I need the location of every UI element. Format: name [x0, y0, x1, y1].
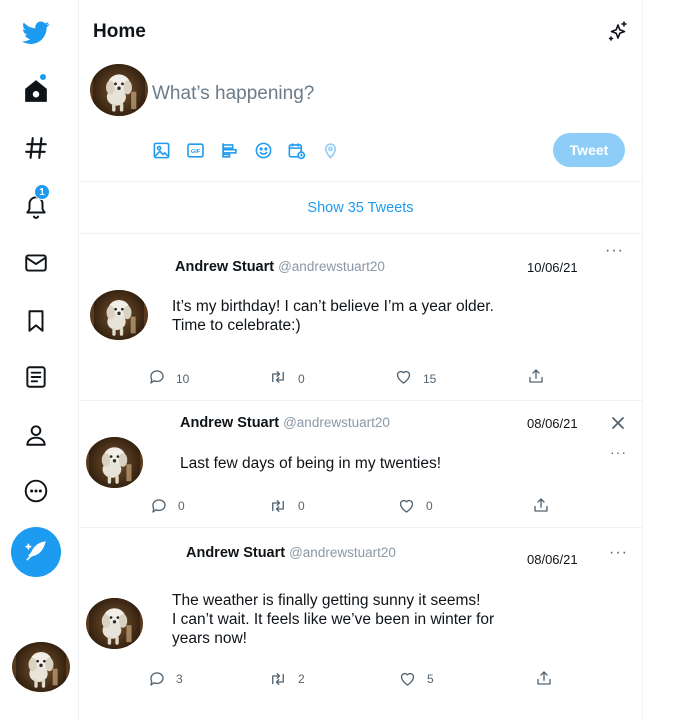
tweet-button[interactable]: Tweet [553, 133, 625, 167]
retweet-icon [272, 673, 284, 685]
retweet-button[interactable]: 0 [268, 368, 305, 386]
composer-input[interactable]: What’s happening? [152, 83, 314, 105]
heart-icon [399, 499, 414, 513]
reply-button[interactable]: 3 [148, 670, 183, 688]
tweet-avatar[interactable] [86, 598, 143, 649]
share-icon [534, 498, 548, 512]
more-options-icon[interactable]: ··· [610, 445, 627, 459]
like-count: 0 [426, 499, 433, 513]
like-count: 15 [423, 372, 437, 386]
tweet-text: Last few days of being in my twenties! [180, 455, 442, 472]
twitter-logo-icon[interactable] [20, 17, 52, 49]
reply-icon [150, 370, 164, 384]
author-handle[interactable]: @andrewstuart20 [278, 259, 385, 274]
tweet-avatar[interactable] [90, 290, 148, 340]
compose-feather-icon [25, 541, 46, 561]
reply-icon [150, 672, 164, 686]
reply-icon [152, 499, 166, 513]
reply-count: 3 [176, 672, 183, 686]
divider [79, 527, 642, 528]
heart-icon [400, 672, 415, 686]
tweet-text: It’s my birthday! I can’t believe I’m a … [172, 298, 494, 334]
profile-icon[interactable] [20, 419, 52, 451]
share-button[interactable] [535, 669, 553, 687]
author-name[interactable]: Andrew Stuart [175, 259, 274, 275]
tweet-date[interactable]: 08/06/21 [527, 552, 578, 567]
account-avatar[interactable] [12, 642, 70, 692]
reply-button[interactable]: 10 [148, 368, 189, 386]
reply-count: 10 [176, 372, 190, 386]
author-handle[interactable]: @andrewstuart20 [289, 545, 396, 560]
like-count: 5 [427, 672, 434, 686]
tweet-author[interactable]: Andrew Stuart @andrewstuart20 [186, 545, 396, 561]
close-icon[interactable] [611, 416, 625, 435]
like-button[interactable]: 0 [397, 497, 433, 515]
author-handle[interactable]: @andrewstuart20 [283, 415, 390, 430]
emoji-icon[interactable] [253, 140, 273, 160]
more-options-icon[interactable]: ··· [609, 545, 628, 561]
share-icon [537, 671, 551, 685]
share-button[interactable] [527, 367, 545, 385]
heart-icon [396, 370, 411, 384]
tweet-author[interactable]: Andrew Stuart @andrewstuart20 [180, 415, 390, 431]
retweet-count: 0 [298, 372, 305, 386]
notifications-bell-icon[interactable]: 1 [20, 184, 52, 222]
share-icon [529, 369, 543, 383]
retweet-button[interactable]: 0 [268, 497, 305, 515]
like-button[interactable]: 15 [394, 368, 436, 386]
location-icon[interactable] [320, 140, 340, 160]
column-border-right [642, 0, 643, 720]
retweet-icon [272, 500, 284, 512]
home-unread-dot [39, 73, 47, 81]
divider [79, 400, 642, 401]
tweet-date[interactable]: 10/06/21 [527, 260, 578, 275]
lists-icon[interactable] [20, 361, 52, 393]
author-name[interactable]: Andrew Stuart [186, 545, 285, 561]
tweet-avatar[interactable] [86, 437, 143, 488]
retweet-button[interactable]: 2 [268, 670, 305, 688]
messages-envelope-icon[interactable] [20, 247, 52, 279]
tweet-text: The weather is finally getting sunny it … [172, 592, 495, 647]
more-options-icon[interactable]: ··· [605, 243, 624, 259]
schedule-icon[interactable] [286, 140, 306, 160]
show-new-tweets-link[interactable]: Show 35 Tweets [79, 182, 642, 234]
compose-tweet-button[interactable] [11, 527, 61, 577]
page-title: Home [93, 21, 146, 42]
retweet-count: 2 [298, 672, 305, 686]
poll-icon[interactable] [219, 140, 239, 160]
tweet-author[interactable]: Andrew Stuart @andrewstuart20 [175, 259, 385, 275]
composer-avatar [90, 64, 148, 116]
column-border-left [78, 0, 79, 720]
retweet-count: 0 [298, 499, 305, 513]
gif-icon[interactable]: GIF [185, 140, 205, 160]
sparkle-icon[interactable] [606, 20, 630, 49]
author-name[interactable]: Andrew Stuart [180, 415, 279, 431]
home-icon[interactable] [20, 73, 52, 107]
like-button[interactable]: 5 [398, 670, 434, 688]
reply-count: 0 [178, 499, 185, 513]
svg-text:GIF: GIF [190, 148, 200, 154]
share-button[interactable] [532, 496, 550, 514]
notifications-badge: 1 [34, 184, 50, 200]
more-circle-icon[interactable] [20, 475, 52, 507]
retweet-icon [272, 371, 284, 383]
image-icon[interactable] [151, 140, 171, 160]
explore-hashtag-icon[interactable] [20, 132, 52, 164]
divider [79, 233, 642, 234]
tweet-date[interactable]: 08/06/21 [527, 416, 578, 431]
bookmarks-icon[interactable] [20, 305, 52, 337]
reply-button[interactable]: 0 [150, 497, 185, 515]
